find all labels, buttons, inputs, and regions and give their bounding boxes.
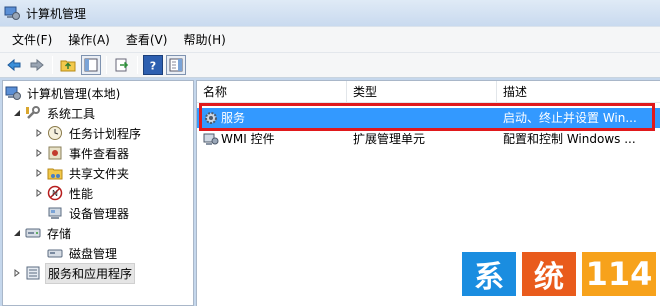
tree-item-device-manager[interactable]: 设备管理器: [47, 203, 131, 223]
up-folder-icon: [60, 60, 76, 72]
tree-root-label: 计算机管理(本地): [27, 86, 121, 101]
toolbar-separator: [106, 56, 107, 74]
svg-text:N: N: [52, 189, 58, 198]
tree-item-label: 系统工具: [47, 106, 96, 121]
device-manager-icon: [48, 207, 62, 219]
watermark-char-2: 统: [522, 252, 576, 296]
list-item-type: 扩展管理单元: [353, 132, 426, 146]
action-pane-icon: [169, 58, 183, 72]
tree-item-performance[interactable]: N 性能: [33, 183, 95, 203]
watermark-char-1: 系: [462, 252, 516, 296]
column-header-name[interactable]: 名称: [197, 81, 347, 103]
tree-item-label: 存储: [47, 226, 72, 241]
clock-icon: [48, 126, 62, 140]
list-item-wmi-control[interactable]: WMI 控件 扩展管理单元 配置和控制 Windows ...: [197, 129, 660, 149]
menu-bar: 文件(F) 操作(A) 查看(V) 帮助(H): [0, 26, 660, 52]
wmi-control-icon: [203, 133, 219, 145]
console-tree[interactable]: 计算机管理(本地) 系统工具 任务计划程序 事件查看器 共享文件夹 N 性能 设…: [2, 80, 194, 306]
list-item-name: WMI 控件: [221, 132, 275, 146]
window-title: 计算机管理: [26, 6, 87, 21]
toolbar-separator: [137, 56, 138, 74]
storage-icon: [25, 228, 41, 238]
tree-item-label: 共享文件夹: [69, 166, 130, 181]
column-header-description[interactable]: 描述: [497, 81, 660, 103]
tree-item-task-scheduler[interactable]: 任务计划程序: [33, 123, 143, 143]
annotation-highlight-box: [199, 103, 655, 131]
tree-item-system-tools[interactable]: 系统工具: [11, 103, 97, 123]
no-entry-icon: N: [47, 185, 63, 201]
menu-action[interactable]: 操作(A): [60, 29, 118, 51]
tree-item-label: 任务计划程序: [69, 126, 142, 141]
menu-file[interactable]: 文件(F): [4, 29, 60, 51]
watermark-logo: 系 统 114: [462, 246, 658, 302]
back-button[interactable]: [4, 55, 24, 75]
tree-item-shared-folders[interactable]: 共享文件夹: [33, 163, 131, 183]
tree-item-disk-management[interactable]: 磁盘管理: [47, 243, 119, 263]
expand-arrow-icon[interactable]: [33, 127, 45, 139]
help-button[interactable]: ?: [143, 55, 163, 75]
show-hide-tree-button[interactable]: [81, 55, 101, 75]
collapse-arrow-icon[interactable]: [11, 107, 23, 119]
show-hide-tree-icon: [84, 58, 98, 72]
tree-item-label: 性能: [69, 186, 94, 201]
tree-item-label: 磁盘管理: [69, 246, 118, 261]
tree-item-label: 事件查看器: [69, 146, 130, 161]
tree-item-label: 设备管理器: [69, 206, 130, 221]
forward-icon: [30, 58, 44, 72]
shared-folder-icon: [47, 168, 63, 180]
menu-help[interactable]: 帮助(H): [175, 29, 233, 51]
forward-button[interactable]: [27, 55, 47, 75]
column-header-row: 名称 类型 描述: [197, 81, 660, 103]
expand-arrow-icon[interactable]: [33, 187, 45, 199]
export-button[interactable]: [112, 55, 132, 75]
tree-item-event-viewer[interactable]: 事件查看器: [33, 143, 131, 163]
back-icon: [7, 58, 21, 72]
services-apps-icon: [26, 266, 40, 280]
toolbar-separator: [52, 56, 53, 74]
tree-item-storage[interactable]: 存储: [11, 223, 73, 243]
action-pane-button[interactable]: [166, 55, 186, 75]
column-header-type[interactable]: 类型: [347, 81, 497, 103]
export-icon: [115, 58, 129, 72]
disk-icon: [47, 249, 63, 258]
watermark-number: 114: [582, 252, 656, 296]
help-icon: ?: [150, 60, 156, 73]
event-viewer-icon: [48, 146, 62, 160]
toolbar: ?: [0, 52, 660, 78]
svg-text:?: ?: [150, 60, 156, 73]
expand-arrow-icon[interactable]: [33, 167, 45, 179]
up-folder-button[interactable]: [58, 55, 78, 75]
collapse-arrow-icon[interactable]: [11, 227, 23, 239]
menu-view[interactable]: 查看(V): [118, 29, 176, 51]
title-bar: 计算机管理: [0, 0, 660, 26]
tree-root[interactable]: 计算机管理(本地): [5, 83, 122, 103]
computer-management-icon: [5, 86, 21, 100]
tree-item-label: 服务和应用程序: [45, 262, 136, 284]
expand-arrow-icon[interactable]: [11, 267, 23, 279]
wrench-icon: [26, 106, 40, 119]
expand-arrow-icon[interactable]: [33, 147, 45, 159]
tree-item-services-applications[interactable]: 服务和应用程序: [11, 262, 136, 284]
list-item-description: 配置和控制 Windows ...: [503, 132, 636, 146]
computer-management-icon: [4, 6, 20, 20]
